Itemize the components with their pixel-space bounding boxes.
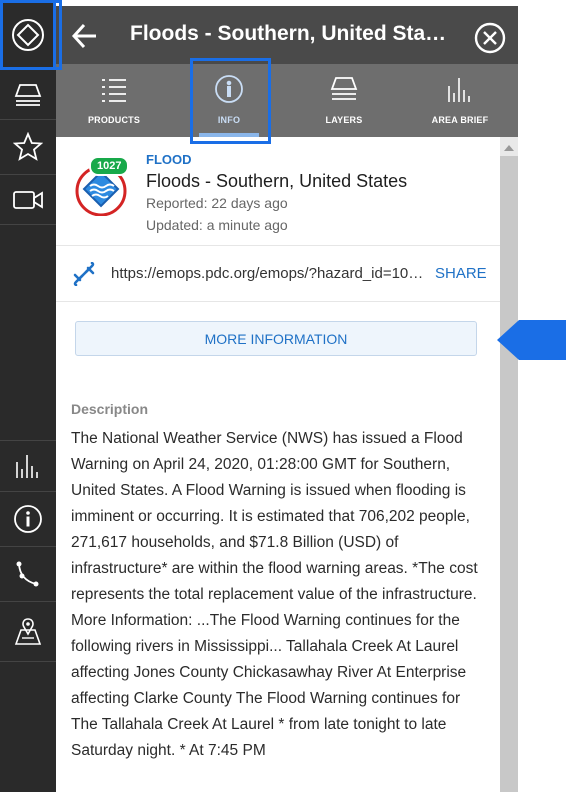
hazard-url[interactable]: https://emops.pdc.org/emops/?hazard_id=1… <box>111 265 427 282</box>
bar-chart-icon <box>14 452 42 480</box>
close-icon[interactable] <box>474 22 506 54</box>
hazard-reported: Reported: 22 days ago <box>146 195 288 211</box>
list-icon <box>64 74 164 110</box>
star-icon <box>13 132 43 162</box>
sidebar-item-charts[interactable] <box>0 440 56 492</box>
page-title: Floods - Southern, United States <box>130 22 448 45</box>
divider <box>56 301 500 302</box>
sidebar-highlight <box>0 0 62 70</box>
sidebar-item-info[interactable] <box>0 492 56 547</box>
more-information-button[interactable]: MORE INFORMATION <box>75 321 477 356</box>
info-icon <box>13 504 43 534</box>
description-text: The National Weather Service (NWS) has i… <box>71 430 478 759</box>
pointer-arrow-icon <box>497 320 566 360</box>
info-panel: Floods - Southern, United States PRODUCT… <box>56 6 518 792</box>
info-content: 1027 FLOOD Floods - Southern, United Sta… <box>56 137 500 792</box>
share-button[interactable]: SHARE <box>435 265 487 282</box>
divider <box>56 245 500 246</box>
description-label: Description <box>71 401 149 417</box>
tab-bar: PRODUCTS INFO LAYERS AREA BRIEF <box>56 64 518 137</box>
back-arrow-icon[interactable] <box>70 22 100 50</box>
scrollbar-thumb[interactable] <box>500 156 518 792</box>
panel-header: Floods - Southern, United States <box>56 6 518 64</box>
tab-products[interactable]: PRODUCTS <box>64 64 164 137</box>
hazard-category: FLOOD <box>146 152 192 167</box>
sidebar-item-layers[interactable] <box>0 70 56 120</box>
link-icon <box>72 261 96 287</box>
tab-area-brief[interactable]: AREA BRIEF <box>410 64 510 137</box>
sidebar-item-video[interactable] <box>0 175 56 225</box>
hazard-updated: Updated: a minute ago <box>146 217 288 233</box>
sidebar-item-favorites[interactable] <box>0 120 56 175</box>
tab-info-highlight <box>190 58 271 144</box>
tab-layers-label: LAYERS <box>325 115 363 125</box>
hazard-id-badge: 1027 <box>89 156 130 176</box>
bar-chart-icon <box>410 74 510 110</box>
left-sidebar <box>0 0 56 792</box>
tab-products-label: PRODUCTS <box>87 115 141 125</box>
tab-area-brief-label: AREA BRIEF <box>431 115 489 125</box>
video-camera-icon <box>12 189 44 211</box>
tab-layers[interactable]: LAYERS <box>294 64 394 137</box>
path-measure-icon <box>14 560 42 588</box>
sidebar-item-map[interactable] <box>0 602 56 662</box>
layers-icon <box>294 74 394 110</box>
layers-icon <box>13 80 43 110</box>
map-pin-icon <box>12 616 44 648</box>
hazard-title: Floods - Southern, United States <box>146 171 408 191</box>
scroll-up-arrow-icon[interactable] <box>504 145 514 151</box>
sidebar-item-measure[interactable] <box>0 547 56 602</box>
